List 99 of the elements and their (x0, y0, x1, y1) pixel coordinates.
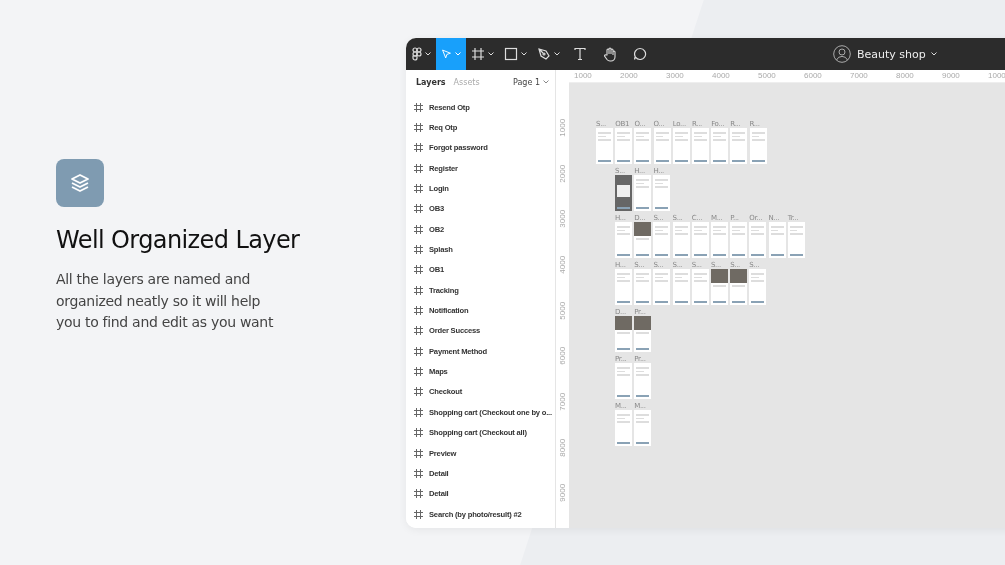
ruler-label: 1000 (557, 117, 568, 139)
photo-placeholder[interactable] (615, 316, 632, 352)
caret-icon (488, 52, 494, 56)
frame-icon (471, 47, 485, 61)
frame-icon (414, 468, 423, 478)
avatar-icon[interactable] (833, 45, 851, 63)
ruler-label: 2000 (557, 163, 568, 185)
screen-thumbnail[interactable] (615, 269, 632, 305)
feature-title: Well Organized Layer (56, 225, 301, 255)
frame-icon (414, 102, 423, 112)
rectangle-icon (504, 47, 518, 61)
caret-icon (455, 52, 461, 56)
screen-thumbnail[interactable] (672, 128, 690, 164)
screen-thumbnail[interactable] (653, 269, 671, 305)
ruler-label: 3000 (666, 70, 685, 82)
screen-thumbnail[interactable] (672, 222, 690, 258)
frame-icon (414, 367, 423, 377)
panel-tab[interactable]: Layers (413, 77, 449, 87)
pen-icon (537, 47, 551, 61)
ruler-label: 4000 (557, 254, 568, 276)
screen-thumbnail[interactable] (710, 222, 728, 258)
ruler-label: 1000 (988, 70, 1005, 82)
screen-thumbnail[interactable] (634, 410, 652, 446)
screen-thumbnail[interactable] (768, 222, 786, 258)
frame-icon (414, 285, 423, 295)
frame-icon (414, 428, 423, 438)
screen-thumbnail[interactable] (634, 175, 652, 211)
ruler-label: 8000 (896, 70, 915, 82)
frame-icon (414, 143, 423, 153)
frame-icon (414, 265, 423, 275)
screen-thumbnail[interactable] (691, 128, 709, 164)
ruler-label: 2000 (620, 70, 639, 82)
screen-thumbnail[interactable] (615, 363, 632, 399)
screen-thumbnail[interactable] (749, 222, 767, 258)
frame-icon (414, 204, 423, 214)
screen-thumbnail[interactable] (615, 175, 632, 211)
ruler-label: 8000 (557, 437, 568, 459)
photo-placeholder[interactable] (710, 269, 728, 305)
ruler-label: 4000 (712, 70, 731, 82)
screen-thumbnail[interactable] (615, 222, 632, 258)
feature-description: All the layers are named and organized neatly so it will help you to find and edit as you want (56, 270, 275, 332)
ruler-label: 7000 (850, 70, 869, 82)
frame-icon (414, 489, 423, 499)
ruler-label: 6000 (557, 346, 568, 368)
screen-thumbnail[interactable] (653, 175, 671, 211)
screen-thumbnail[interactable] (596, 128, 613, 164)
ruler-label: 7000 (557, 391, 568, 413)
layers-icon (56, 159, 104, 207)
frame-icon (414, 326, 423, 336)
frame-icon (414, 448, 423, 458)
text-icon (573, 47, 587, 61)
photo-placeholder[interactable] (634, 316, 652, 352)
caret-icon (543, 80, 549, 84)
frame-icon (414, 184, 423, 194)
screen-thumbnail[interactable] (787, 222, 805, 258)
screen-thumbnail[interactable] (749, 269, 767, 305)
frame-icon (414, 509, 423, 519)
hand-icon (603, 46, 617, 62)
caret-icon (521, 52, 527, 56)
ruler-label: 6000 (804, 70, 823, 82)
comment-icon (633, 47, 647, 61)
cursor-icon (441, 47, 452, 61)
frame-icon (414, 306, 423, 316)
screen-thumbnail[interactable] (691, 222, 709, 258)
frame-icon (414, 346, 423, 356)
frame-icon (414, 245, 423, 255)
screen-thumbnail[interactable] (615, 128, 633, 164)
screen-thumbnail[interactable] (749, 128, 767, 164)
screen-thumbnail[interactable] (691, 269, 709, 305)
ruler-label: 9000 (942, 70, 961, 82)
screen-thumbnail[interactable] (653, 222, 671, 258)
screen-thumbnail[interactable] (711, 128, 729, 164)
frame-icon (414, 407, 423, 417)
photo-placeholder[interactable] (634, 222, 652, 258)
caret-icon (930, 52, 937, 56)
frame-icon (414, 224, 423, 234)
ruler-label: 9000 (557, 483, 568, 505)
screen-thumbnail[interactable] (730, 128, 748, 164)
ruler-label: 5000 (557, 300, 568, 322)
screen-thumbnail[interactable] (634, 363, 652, 399)
page-dropdown[interactable]: Page 1 (513, 77, 549, 87)
screen-thumbnail[interactable] (634, 269, 652, 305)
caret-icon (554, 52, 560, 56)
ruler-label: 5000 (758, 70, 777, 82)
panel-tab[interactable]: Assets (450, 77, 483, 87)
frame-icon (414, 163, 423, 173)
photo-placeholder[interactable] (730, 269, 748, 305)
ruler-label: 3000 (557, 209, 568, 230)
caret-icon (424, 52, 431, 56)
logo-icon (411, 47, 422, 61)
screen-thumbnail[interactable] (730, 222, 748, 258)
ruler-label: 1000 (574, 70, 593, 82)
screen-thumbnail[interactable] (672, 269, 690, 305)
screen-thumbnail[interactable] (615, 410, 632, 446)
frame-icon (414, 387, 423, 397)
frame-icon (414, 123, 423, 132)
screen-thumbnail[interactable] (653, 128, 671, 164)
file-name-menu[interactable]: Beauty shop (857, 47, 937, 61)
screen-thumbnail[interactable] (634, 128, 652, 164)
